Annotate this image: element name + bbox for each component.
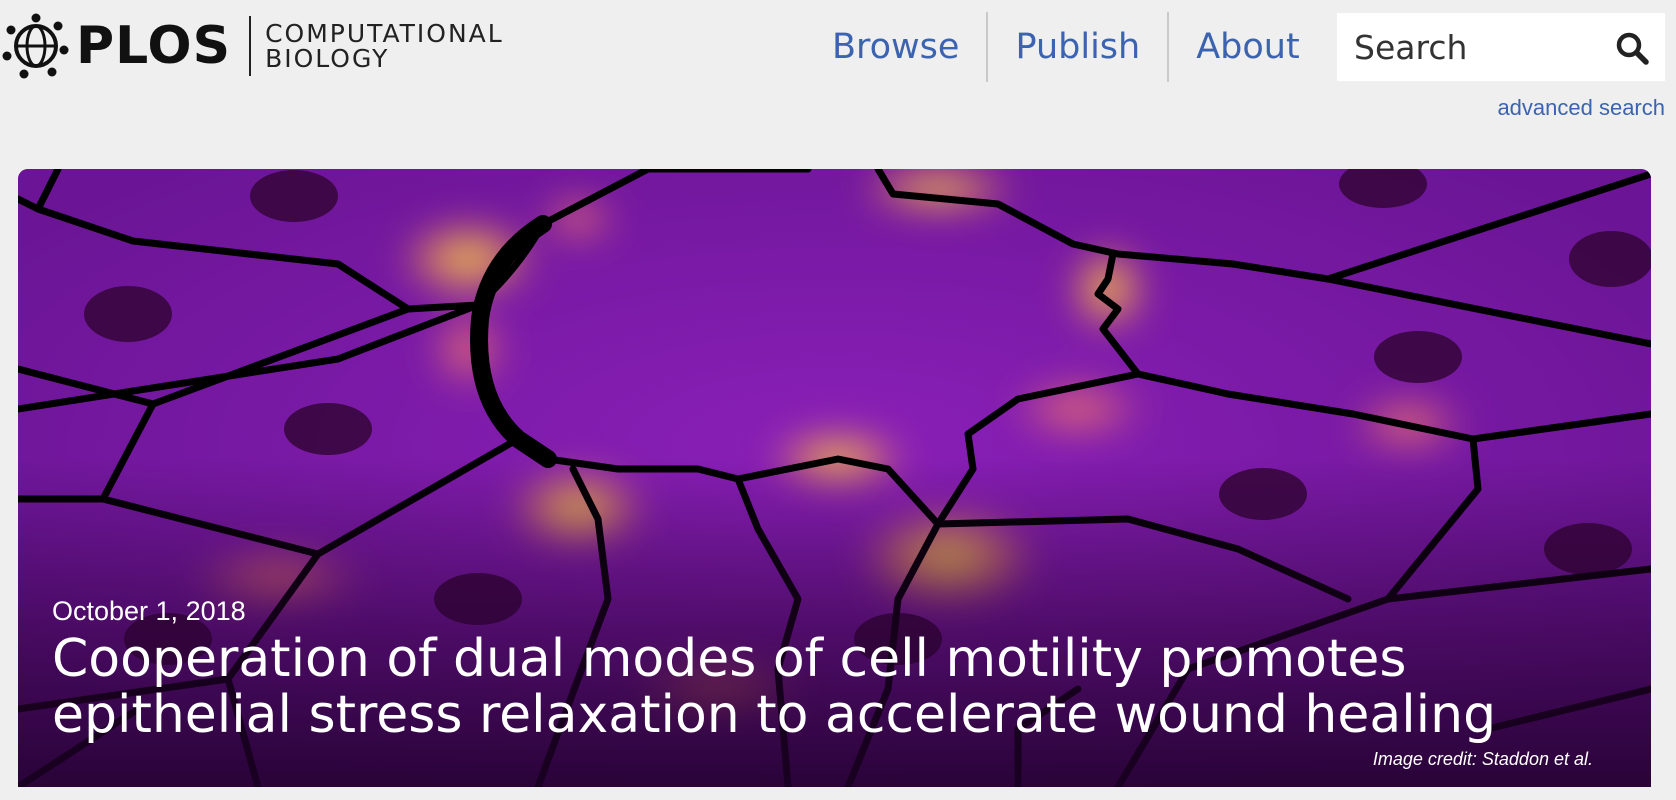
journal-name-line2: BIOLOGY: [265, 44, 390, 73]
plos-globe-icon: [2, 13, 69, 79]
plos-wordmark: PLOS: [76, 16, 232, 76]
nav-browse[interactable]: Browse: [805, 12, 986, 82]
main-nav: Browse Publish About: [805, 12, 1327, 82]
journal-name: COMPUTATIONAL BIOLOGY: [265, 20, 555, 73]
nav-about[interactable]: About: [1169, 12, 1326, 82]
advanced-search-link[interactable]: advanced search: [1497, 95, 1665, 121]
search-box: [1337, 13, 1665, 81]
image-credit: Image credit: Staddon et al.: [1372, 749, 1593, 769]
featured-article-hero[interactable]: October 1, 2018 Cooperation of dual mode…: [18, 169, 1651, 787]
article-title[interactable]: Cooperation of dual modes of cell motili…: [52, 631, 1622, 743]
plos-logo[interactable]: PLOS COMPUTATIONAL BIOLOGY: [0, 10, 555, 82]
nav-publish[interactable]: Publish: [988, 12, 1167, 82]
article-date: October 1, 2018: [52, 596, 246, 626]
search-icon[interactable]: [1615, 31, 1649, 65]
search-input[interactable]: [1337, 17, 1597, 77]
site-header: PLOS COMPUTATIONAL BIOLOGY Browse Publis…: [0, 0, 1676, 160]
logo-divider: [249, 16, 252, 76]
